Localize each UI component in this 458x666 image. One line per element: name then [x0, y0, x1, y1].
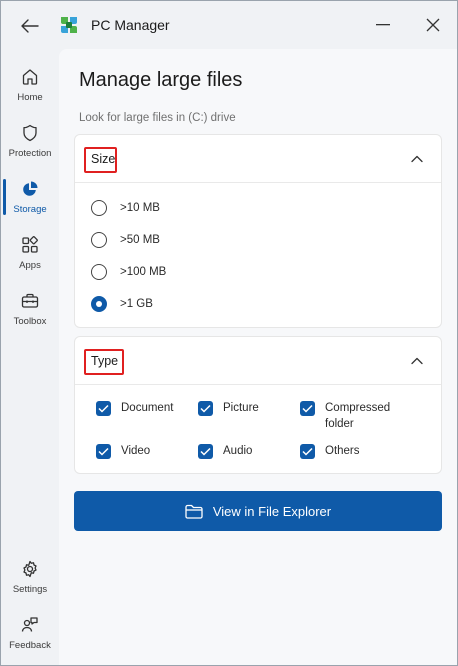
radio-label: >100 MB	[120, 266, 167, 278]
type-option-compressed-folder[interactable]: Compressed folder	[300, 401, 410, 432]
folder-icon	[185, 503, 203, 519]
sidebar-item-storage[interactable]: Storage	[1, 175, 59, 227]
checkbox-checked[interactable]	[198, 444, 213, 459]
arrow-left-icon	[21, 19, 39, 33]
checkbox-checked[interactable]	[300, 401, 315, 416]
size-option-100mb[interactable]: >100 MB	[91, 261, 166, 283]
page-title: Manage large files	[79, 69, 243, 91]
checkbox-label: Others	[325, 445, 360, 457]
checkbox-label: Compressed folder	[325, 402, 391, 430]
type-card-title: Type	[91, 354, 119, 368]
type-card-header[interactable]: Type	[75, 337, 441, 385]
checkbox-label: Document	[121, 402, 174, 414]
title-bar: PC Manager	[1, 1, 457, 49]
sidebar-item-home[interactable]: Home	[1, 63, 59, 115]
type-option-video[interactable]: Video	[96, 444, 150, 459]
radio-button[interactable]	[91, 264, 107, 280]
back-button[interactable]	[15, 13, 45, 39]
size-option-1gb[interactable]: >1 GB	[91, 293, 153, 315]
minimize-button[interactable]	[371, 13, 395, 37]
view-in-file-explorer-button[interactable]: View in File Explorer	[74, 491, 442, 531]
sidebar-item-label: Feedback	[9, 640, 51, 651]
button-label: View in File Explorer	[212, 503, 332, 519]
page-subtitle: Look for large files in (C:) drive	[79, 112, 236, 124]
sidebar-item-label: Toolbox	[13, 316, 47, 327]
type-option-document[interactable]: Document	[96, 401, 173, 416]
app-logo-icon	[61, 17, 77, 33]
radio-label: >10 MB	[120, 202, 160, 214]
sidebar-item-apps[interactable]: Apps	[1, 231, 59, 283]
checkmark-icon	[302, 404, 313, 413]
sidebar-item-protection[interactable]: Protection	[1, 119, 59, 171]
type-option-others[interactable]: Others	[300, 444, 360, 459]
gear-icon	[20, 559, 40, 579]
toolbox-icon	[20, 291, 40, 311]
size-option-10mb[interactable]: >10 MB	[91, 197, 160, 219]
checkbox-label: Picture	[223, 402, 259, 414]
type-option-audio[interactable]: Audio	[198, 444, 252, 459]
checkmark-icon	[98, 447, 109, 456]
shield-icon	[20, 123, 40, 143]
sidebar-item-label: Settings	[12, 584, 48, 595]
checkbox-label: Video	[121, 445, 151, 457]
radio-button[interactable]	[91, 232, 107, 248]
chevron-up-icon[interactable]	[409, 353, 425, 369]
apps-grid-icon	[20, 235, 40, 255]
sidebar-item-label: Storage	[13, 204, 47, 215]
sidebar-item-feedback[interactable]: Feedback	[1, 611, 59, 663]
checkmark-icon	[98, 404, 109, 413]
size-card-title: Size	[91, 152, 116, 166]
checkbox-checked[interactable]	[300, 444, 315, 459]
main-panel: Manage large files Look for large files …	[59, 49, 457, 665]
sidebar: Home Protection Storage Apps Toolbox Set…	[1, 49, 59, 665]
checkbox-checked[interactable]	[96, 444, 111, 459]
app-title: PC Manager	[91, 17, 170, 33]
checkmark-icon	[200, 404, 211, 413]
radio-button[interactable]	[91, 200, 107, 216]
sidebar-item-label: Apps	[19, 260, 41, 271]
size-card-header[interactable]: Size	[75, 135, 441, 183]
close-icon	[426, 18, 440, 32]
pc-manager-window: PC Manager Home Protection Storage Apps …	[0, 0, 458, 666]
checkmark-icon	[302, 447, 313, 456]
sidebar-item-label: Home	[17, 92, 43, 103]
checkbox-checked[interactable]	[198, 401, 213, 416]
checkbox-label: Audio	[223, 445, 253, 457]
radio-button-selected[interactable]	[91, 296, 107, 312]
checkmark-icon	[200, 447, 211, 456]
sidebar-item-label: Protection	[8, 148, 52, 159]
sidebar-item-toolbox[interactable]: Toolbox	[1, 287, 59, 339]
checkbox-checked[interactable]	[96, 401, 111, 416]
home-icon	[20, 67, 40, 87]
radio-label: >1 GB	[120, 298, 153, 310]
minimize-icon	[376, 24, 390, 26]
size-card: Size >10 MB >50 MB >100 MB >1 GB	[74, 134, 442, 328]
pie-chart-icon	[20, 179, 40, 199]
chevron-up-icon[interactable]	[409, 151, 425, 167]
size-option-50mb[interactable]: >50 MB	[91, 229, 160, 251]
type-card: Type Document Picture Compressed folder …	[74, 336, 442, 474]
close-button[interactable]	[421, 13, 445, 37]
sidebar-item-settings[interactable]: Settings	[1, 555, 59, 607]
feedback-icon	[20, 615, 40, 635]
radio-label: >50 MB	[120, 234, 160, 246]
type-option-picture[interactable]: Picture	[198, 401, 259, 416]
